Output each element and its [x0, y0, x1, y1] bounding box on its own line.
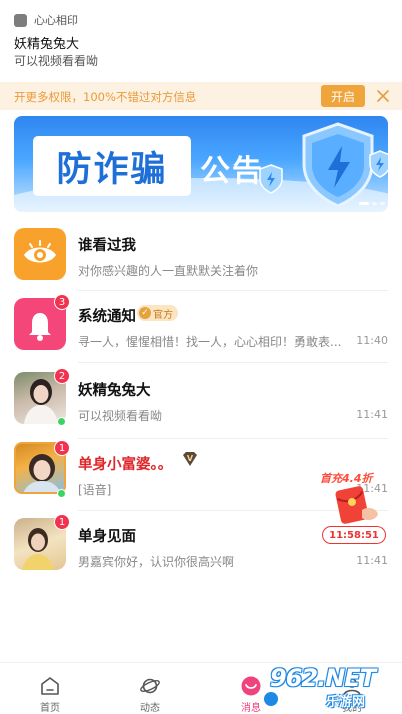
check-icon: ✓ — [139, 307, 151, 319]
official-label: 官方 — [153, 309, 173, 321]
conversation-name: 妖精兔兔大 — [78, 383, 151, 399]
notification-app-name: 心心相印 — [34, 14, 78, 27]
online-indicator — [57, 417, 66, 426]
notification-app-row: 心心相印 — [14, 13, 78, 27]
divider — [78, 438, 388, 439]
conversation-message: 男嘉宾你好，认识你很高兴啊 — [78, 555, 235, 569]
svg-text:V: V — [187, 454, 194, 463]
banner-pagination — [359, 202, 385, 205]
first-recharge-promo[interactable]: 首充4.4折 11:58:51 — [320, 470, 388, 546]
vip-upgrade-bar: 开更多权限，100%不错过对方信息 开启 — [0, 82, 402, 110]
planet-icon — [140, 678, 160, 694]
notification-title: 妖精兔兔大 — [14, 37, 80, 52]
small-shield-icon — [259, 164, 283, 194]
conversation-message: [语音] — [78, 483, 112, 497]
conversation-time: 11:41 — [356, 554, 388, 567]
close-icon[interactable] — [374, 86, 392, 106]
red-packet-icon — [335, 486, 378, 524]
conversation-name: 单身见面 — [78, 529, 136, 545]
watermark-logo — [264, 692, 278, 706]
conversation-name: 谁看过我 — [78, 238, 136, 254]
banner-title: 防诈骗 — [56, 149, 168, 190]
conversation-time: 11:40 — [356, 334, 388, 347]
tab-home[interactable]: 首页 — [14, 663, 86, 714]
home-icon — [41, 677, 59, 695]
app-icon — [14, 13, 27, 27]
tab-label: 首页 — [40, 703, 60, 714]
conversation-message: 寻一人，惺惺相惜！找一人，心心相印！勇敢表... — [78, 335, 342, 349]
site-watermark: 962.NET 乐游网 — [264, 664, 398, 712]
message-icon — [241, 676, 261, 696]
online-indicator — [57, 489, 66, 498]
unread-badge: 2 — [54, 368, 70, 384]
vip-upgrade-text: 开更多权限，100%不错过对方信息 — [14, 90, 197, 104]
push-notification[interactable]: 心心相印 妖精兔兔大 可以视频看看呦 — [0, 0, 402, 82]
small-shield-icon — [369, 150, 388, 178]
anti-fraud-banner[interactable]: 防诈骗 公告 — [14, 116, 388, 212]
unread-badge: 1 — [54, 440, 70, 456]
unread-badge: 1 — [54, 514, 70, 530]
promo-countdown: 11:58:51 — [322, 526, 386, 544]
conversation-name: 系统通知 — [78, 309, 136, 325]
unread-badge: 3 — [54, 294, 70, 310]
banner-subtitle: 公告 — [200, 154, 264, 189]
tab-label: 动态 — [140, 703, 160, 714]
official-badge: ✓ 官方 — [137, 305, 178, 321]
conversation-time: 11:41 — [356, 408, 388, 421]
watermark-main: 962.NET — [270, 664, 376, 692]
vip-v-icon: V — [183, 452, 197, 466]
message-page: 心心相印 妖精兔兔大 可以视频看看呦 开更多权限，100%不错过对方信息 开启 … — [0, 0, 402, 714]
vip-open-button[interactable]: 开启 — [321, 85, 365, 107]
conversation-message: 可以视频看看呦 — [78, 409, 163, 423]
list-item-system-notice[interactable]: 3 系统通知 寻一人，惺惺相惜！找一人，心心相印！勇敢表... 11:40 — [0, 270, 402, 370]
conversation-name: 单身小富婆。。 — [78, 457, 173, 473]
watermark-sub: 乐游网 — [326, 695, 366, 710]
notification-body: 可以视频看看呦 — [14, 54, 99, 68]
tab-moments[interactable]: 动态 — [114, 663, 186, 714]
